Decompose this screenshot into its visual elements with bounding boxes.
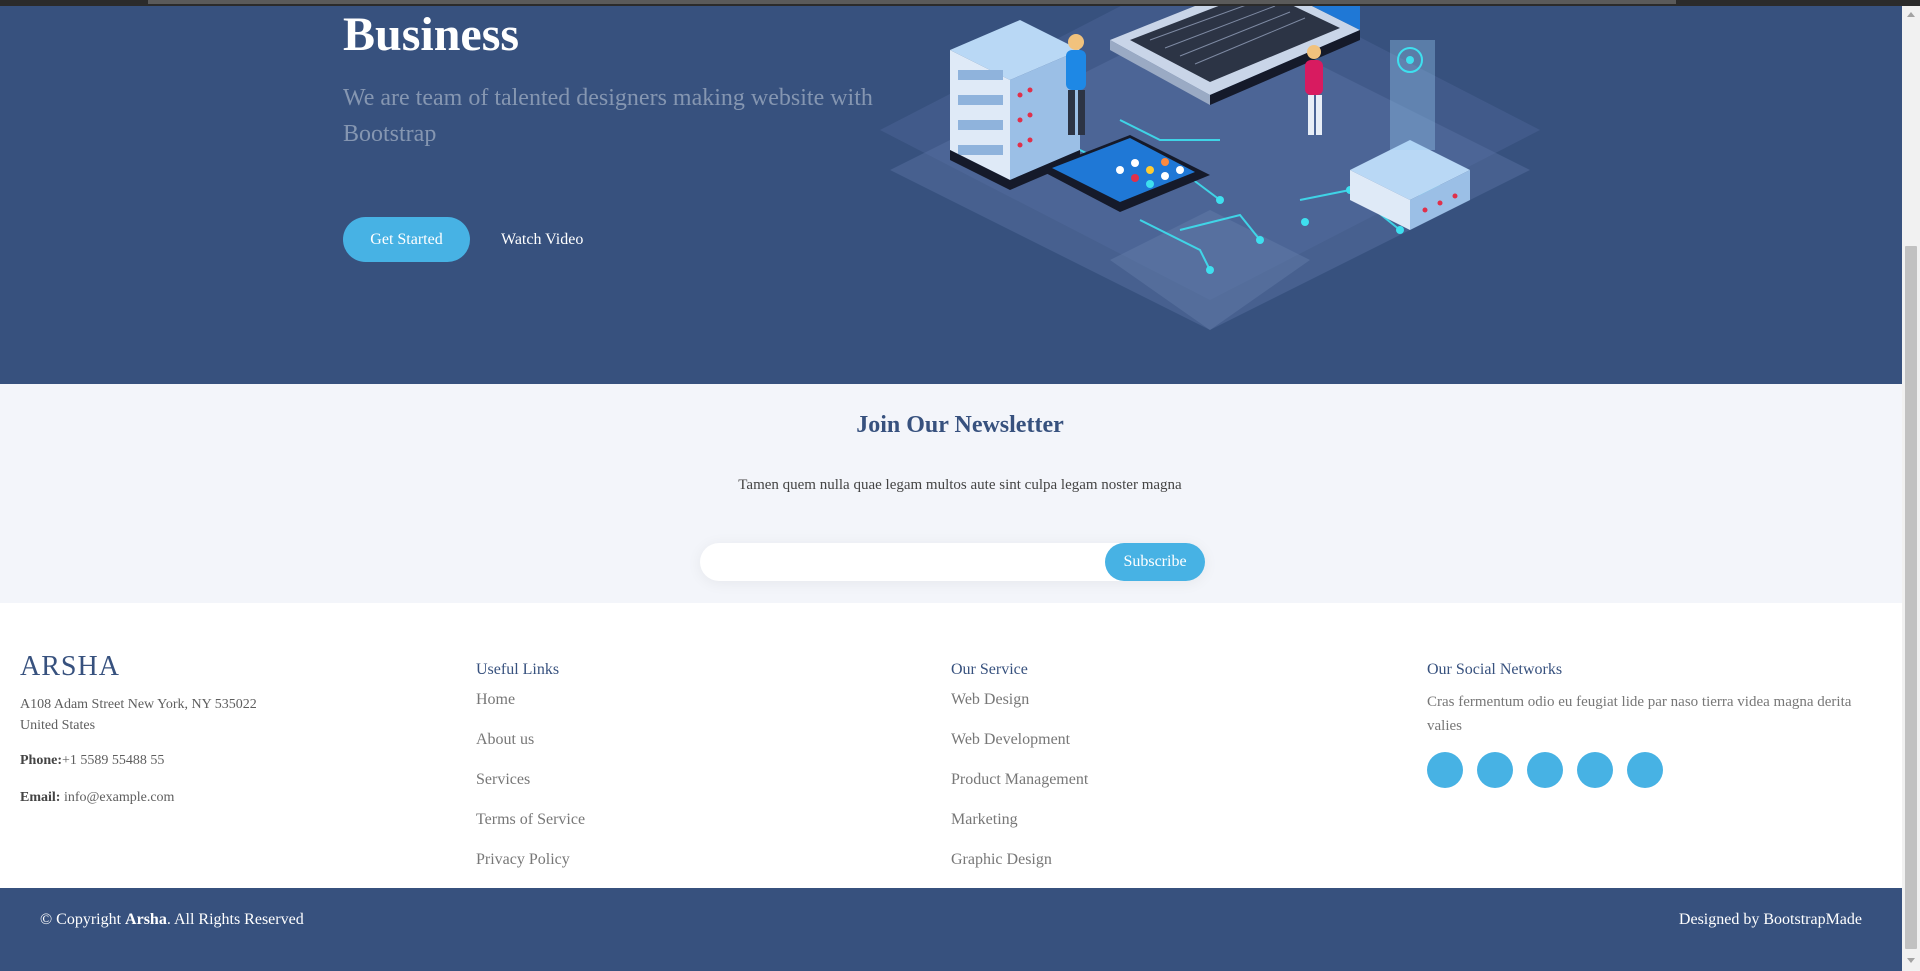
copyright-prefix: © Copyright bbox=[40, 911, 126, 928]
our-service-heading: Our Service bbox=[951, 661, 1028, 678]
hero-subtitle: We are team of talented designers making… bbox=[343, 85, 873, 147]
social-links bbox=[1427, 752, 1677, 788]
hero-section: Business We are team of talented designe… bbox=[0, 6, 1902, 384]
email-label: Email: bbox=[20, 790, 61, 805]
service-link-web-design[interactable]: Web Design bbox=[951, 690, 1088, 730]
footer-phone: Phone:+1 5589 55488 55 bbox=[20, 753, 164, 769]
footer-link-terms[interactable]: Terms of Service bbox=[476, 810, 585, 850]
footer-link-services[interactable]: Services bbox=[476, 770, 585, 810]
twitter-icon[interactable] bbox=[1427, 752, 1463, 788]
newsletter-email-input[interactable] bbox=[712, 547, 1096, 579]
phone-value: +1 5589 55488 55 bbox=[62, 753, 165, 768]
useful-links-heading: Useful Links bbox=[476, 661, 560, 678]
page-scrollbar[interactable] bbox=[1902, 6, 1920, 971]
newsletter-title: Join Our Newsletter bbox=[856, 412, 1064, 438]
footer-bottom: © Copyright Arsha. All Rights Reserved D… bbox=[0, 888, 1902, 971]
hero-title: Business bbox=[343, 8, 520, 61]
copyright: © Copyright Arsha. All Rights Reserved bbox=[40, 911, 304, 929]
newsletter-text: Tamen quem nulla quae legam multos aute … bbox=[738, 477, 1182, 493]
browser-tab-strip bbox=[148, 0, 1676, 4]
service-link-graphic-design[interactable]: Graphic Design bbox=[951, 850, 1088, 890]
footer-logo[interactable]: ARSHA bbox=[20, 651, 120, 683]
newsletter-section: Join Our Newsletter Tamen quem nulla qua… bbox=[0, 384, 1902, 603]
service-link-product-management[interactable]: Product Management bbox=[951, 770, 1088, 810]
copyright-suffix: . All Rights Reserved bbox=[166, 911, 304, 928]
scroll-up-arrow-icon[interactable] bbox=[1907, 12, 1915, 17]
our-service-list: Web Design Web Development Product Manag… bbox=[951, 690, 1088, 890]
credits: Designed by BootstrapMade bbox=[1679, 911, 1862, 929]
newsletter-form: Subscribe bbox=[700, 543, 1205, 581]
footer-top: ARSHA A108 Adam Street New York, NY 5350… bbox=[0, 603, 1902, 888]
scroll-thumb[interactable] bbox=[1905, 246, 1917, 949]
social-networks-text: Cras fermentum odio eu feugiat lide par … bbox=[1427, 694, 1852, 734]
subscribe-button[interactable]: Subscribe bbox=[1105, 543, 1205, 581]
email-value: info@example.com bbox=[63, 790, 175, 805]
instagram-icon[interactable] bbox=[1527, 752, 1563, 788]
hero-illustration bbox=[880, 6, 1540, 330]
get-started-button[interactable]: Get Started bbox=[343, 217, 470, 262]
address-line-2: United States bbox=[20, 718, 96, 733]
linkedin-icon[interactable] bbox=[1627, 752, 1663, 788]
service-link-marketing[interactable]: Marketing bbox=[951, 810, 1088, 850]
address-line-1: A108 Adam Street New York, NY 535022 bbox=[20, 697, 257, 712]
footer-link-about[interactable]: About us bbox=[476, 730, 585, 770]
credits-link[interactable]: BootstrapMade bbox=[1763, 911, 1862, 928]
footer-link-privacy[interactable]: Privacy Policy bbox=[476, 850, 585, 890]
phone-label: Phone: bbox=[20, 753, 62, 768]
watch-video-button[interactable]: Watch Video bbox=[501, 217, 583, 262]
skype-icon[interactable] bbox=[1577, 752, 1613, 788]
footer-email: Email: info@example.com bbox=[20, 790, 174, 806]
useful-links-list: Home About us Services Terms of Service … bbox=[476, 690, 585, 890]
social-networks-heading: Our Social Networks bbox=[1427, 661, 1563, 678]
footer-link-home[interactable]: Home bbox=[476, 690, 585, 730]
facebook-icon[interactable] bbox=[1477, 752, 1513, 788]
service-link-web-development[interactable]: Web Development bbox=[951, 730, 1088, 770]
scroll-down-arrow-icon[interactable] bbox=[1907, 958, 1915, 963]
credits-prefix: Designed by bbox=[1678, 911, 1764, 928]
footer-address: A108 Adam Street New York, NY 535022 Uni… bbox=[20, 694, 320, 736]
copyright-brand: Arsha bbox=[125, 911, 167, 928]
